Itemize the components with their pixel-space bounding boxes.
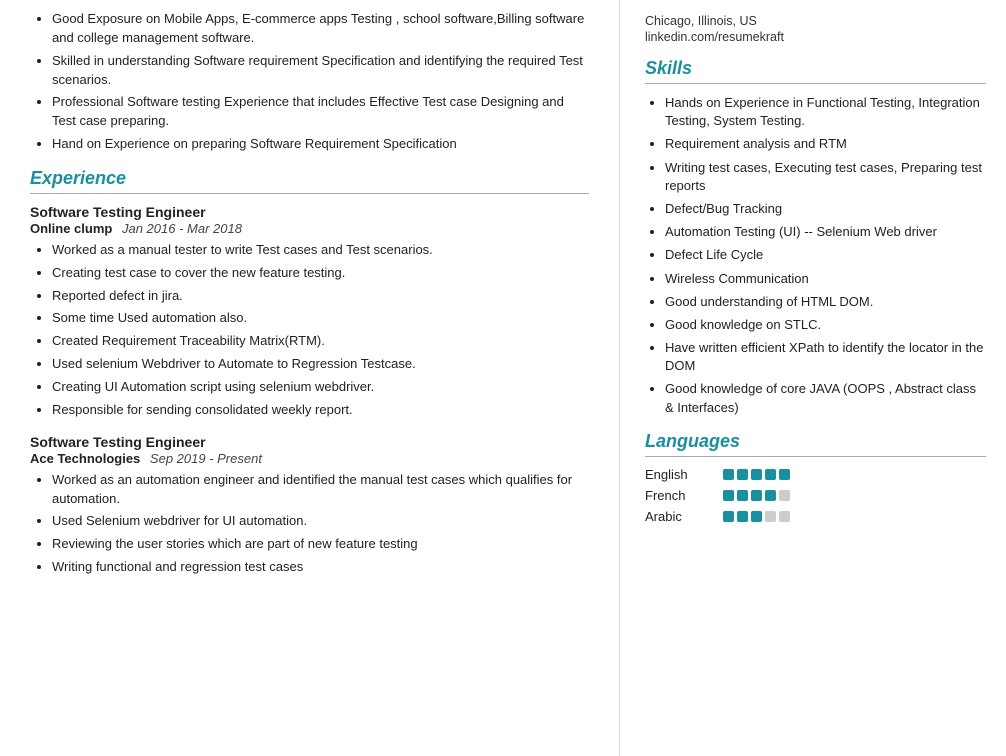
exp1-title: Software Testing Engineer [30, 204, 589, 220]
experience-section-title: Experience [30, 168, 589, 189]
exp1-bullet-1: Creating test case to cover the new feat… [52, 264, 589, 283]
exp1-bullet-4: Created Requirement Traceability Matrix(… [52, 332, 589, 351]
summary-item-2: Skilled in understanding Software requir… [52, 52, 589, 90]
languages-divider [645, 456, 986, 457]
experience-divider [30, 193, 589, 194]
skills-section-title: Skills [645, 58, 986, 79]
lang-dots-1 [723, 490, 790, 501]
exp2-bullet-3: Writing functional and regression test c… [52, 558, 589, 577]
exp2-company-line: Ace Technologies Sep 2019 - Present [30, 451, 589, 466]
exp2-title: Software Testing Engineer [30, 434, 589, 450]
summary-item-1: Good Exposure on Mobile Apps, E-commerce… [52, 10, 589, 48]
right-column: Chicago, Illinois, US linkedin.com/resum… [620, 0, 1006, 756]
skills-list: Hands on Experience in Functional Testin… [645, 94, 986, 417]
lang-dot-1-1 [737, 490, 748, 501]
exp1-company: Online clump [30, 221, 112, 236]
skill-2: Writing test cases, Executing test cases… [665, 159, 986, 195]
lang-name-0: English [645, 467, 715, 482]
skill-3: Defect/Bug Tracking [665, 200, 986, 218]
experience-block-1: Software Testing Engineer Online clump J… [30, 204, 589, 420]
exp1-dates: Jan 2016 - Mar 2018 [122, 221, 242, 236]
summary-list: Good Exposure on Mobile Apps, E-commerce… [30, 10, 589, 154]
left-column: Good Exposure on Mobile Apps, E-commerce… [0, 0, 620, 756]
exp2-list: Worked as an automation engineer and ide… [30, 471, 589, 577]
lang-row-2: Arabic [645, 509, 986, 524]
lang-dot-2-4 [779, 511, 790, 522]
skill-9: Have written efficient XPath to identify… [665, 339, 986, 375]
exp1-bullet-0: Worked as a manual tester to write Test … [52, 241, 589, 260]
skill-10: Good knowledge of core JAVA (OOPS , Abst… [665, 380, 986, 416]
languages-rows: English French Arabic [645, 467, 986, 524]
languages-section: Languages English French Arabic [645, 431, 986, 524]
contact-linkedin: linkedin.com/resumekraft [645, 30, 986, 44]
lang-row-1: French [645, 488, 986, 503]
exp2-dates: Sep 2019 - Present [150, 451, 262, 466]
experience-block-2: Software Testing Engineer Ace Technologi… [30, 434, 589, 577]
lang-dots-0 [723, 469, 790, 480]
lang-dot-2-1 [737, 511, 748, 522]
skill-1: Requirement analysis and RTM [665, 135, 986, 153]
summary-item-4: Hand on Experience on preparing Software… [52, 135, 589, 154]
skill-0: Hands on Experience in Functional Testin… [665, 94, 986, 130]
contact-location: Chicago, Illinois, US [645, 14, 986, 28]
exp2-bullet-2: Reviewing the user stories which are par… [52, 535, 589, 554]
exp1-bullet-6: Creating UI Automation script using sele… [52, 378, 589, 397]
exp2-bullet-1: Used Selenium webdriver for UI automatio… [52, 512, 589, 531]
lang-dots-2 [723, 511, 790, 522]
summary-item-3: Professional Software testing Experience… [52, 93, 589, 131]
lang-name-1: French [645, 488, 715, 503]
lang-dot-1-4 [779, 490, 790, 501]
exp2-company: Ace Technologies [30, 451, 140, 466]
skill-7: Good understanding of HTML DOM. [665, 293, 986, 311]
lang-dot-1-2 [751, 490, 762, 501]
skills-divider [645, 83, 986, 84]
exp1-bullet-3: Some time Used automation also. [52, 309, 589, 328]
skill-5: Defect Life Cycle [665, 246, 986, 264]
contact-section: Chicago, Illinois, US linkedin.com/resum… [645, 14, 986, 44]
exp1-list: Worked as a manual tester to write Test … [30, 241, 589, 420]
resume-container: Good Exposure on Mobile Apps, E-commerce… [0, 0, 1006, 756]
exp2-bullet-0: Worked as an automation engineer and ide… [52, 471, 589, 509]
lang-row-0: English [645, 467, 986, 482]
exp1-bullet-7: Responsible for sending consolidated wee… [52, 401, 589, 420]
languages-section-title: Languages [645, 431, 986, 452]
skill-4: Automation Testing (UI) -- Selenium Web … [665, 223, 986, 241]
lang-name-2: Arabic [645, 509, 715, 524]
exp1-company-line: Online clump Jan 2016 - Mar 2018 [30, 221, 589, 236]
lang-dot-0-2 [751, 469, 762, 480]
lang-dot-1-0 [723, 490, 734, 501]
skill-6: Wireless Communication [665, 270, 986, 288]
exp1-bullet-2: Reported defect in jira. [52, 287, 589, 306]
skill-8: Good knowledge on STLC. [665, 316, 986, 334]
lang-dot-0-0 [723, 469, 734, 480]
lang-dot-2-0 [723, 511, 734, 522]
lang-dot-1-3 [765, 490, 776, 501]
lang-dot-2-3 [765, 511, 776, 522]
lang-dot-0-4 [779, 469, 790, 480]
lang-dot-2-2 [751, 511, 762, 522]
lang-dot-0-3 [765, 469, 776, 480]
lang-dot-0-1 [737, 469, 748, 480]
exp1-bullet-5: Used selenium Webdriver to Automate to R… [52, 355, 589, 374]
